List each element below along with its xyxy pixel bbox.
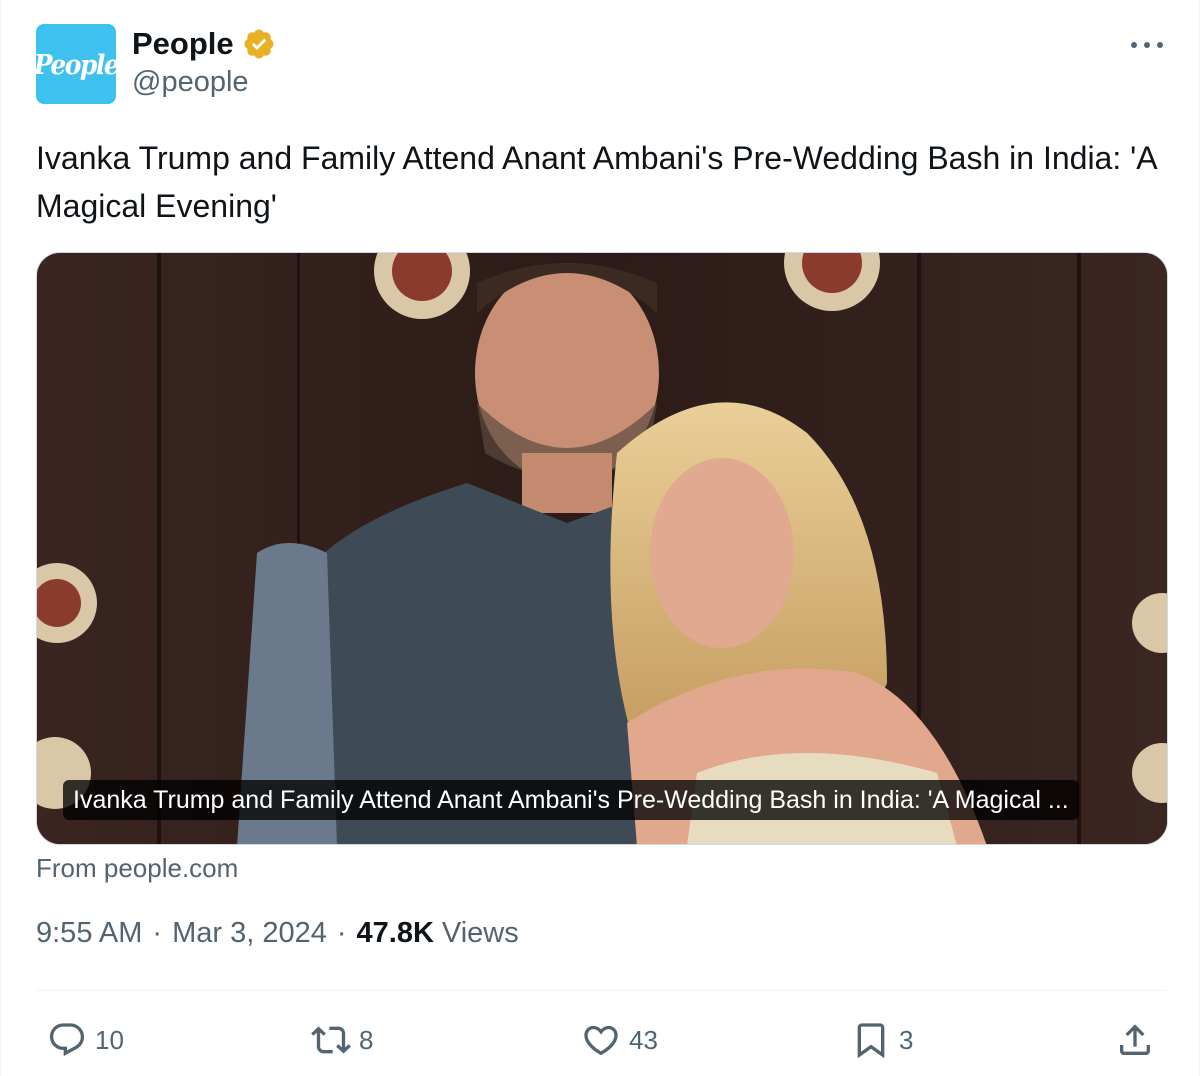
card-photo bbox=[37, 253, 1167, 844]
repost-icon bbox=[311, 1026, 351, 1054]
divider bbox=[36, 990, 1166, 991]
reply-button[interactable]: 10 bbox=[47, 1012, 124, 1068]
repost-count: 8 bbox=[359, 1024, 374, 1055]
meta-separator: · bbox=[152, 917, 163, 949]
link-card[interactable]: Ivanka Trump and Family Attend Anant Amb… bbox=[36, 252, 1168, 845]
bookmark-count: 3 bbox=[899, 1024, 914, 1055]
source-link[interactable]: From people.com bbox=[36, 853, 238, 884]
share-icon bbox=[1120, 1024, 1150, 1055]
display-name-row: People bbox=[132, 24, 276, 64]
verified-badge-icon[interactable] bbox=[242, 27, 276, 61]
avatar[interactable]: People bbox=[36, 24, 116, 104]
account-handle[interactable]: @people bbox=[132, 66, 249, 99]
share-button[interactable] bbox=[1115, 1012, 1155, 1068]
repost-button[interactable]: 8 bbox=[311, 1012, 373, 1068]
tweet-text: Ivanka Trump and Family Attend Anant Amb… bbox=[36, 140, 1156, 224]
display-name[interactable]: People bbox=[132, 26, 234, 62]
tweet-meta: 9:55 AM · Mar 3, 2024 · 47.8K Views bbox=[36, 917, 519, 950]
reply-count: 10 bbox=[95, 1024, 124, 1055]
avatar-logo-text: People bbox=[36, 48, 116, 80]
bookmark-icon bbox=[857, 1023, 885, 1059]
more-options-icon[interactable] bbox=[1129, 30, 1165, 60]
views-label: Views bbox=[441, 917, 519, 949]
tweet-card: People People @people Ivanka Trump and F… bbox=[0, 0, 1200, 1076]
reply-icon bbox=[49, 1023, 85, 1057]
card-caption: Ivanka Trump and Family Attend Anant Amb… bbox=[63, 780, 1079, 820]
like-count: 43 bbox=[629, 1024, 658, 1055]
heart-icon bbox=[584, 1025, 618, 1056]
tweet-time[interactable]: 9:55 AM bbox=[36, 917, 142, 950]
meta-separator: · bbox=[336, 917, 347, 949]
views-count: 47.8K bbox=[356, 917, 434, 949]
bookmark-button[interactable]: 3 bbox=[851, 1012, 913, 1068]
action-bar: 10 8 43 3 bbox=[1, 1012, 1200, 1068]
like-button[interactable]: 43 bbox=[581, 1012, 658, 1068]
tweet-date[interactable]: Mar 3, 2024 bbox=[172, 917, 327, 950]
